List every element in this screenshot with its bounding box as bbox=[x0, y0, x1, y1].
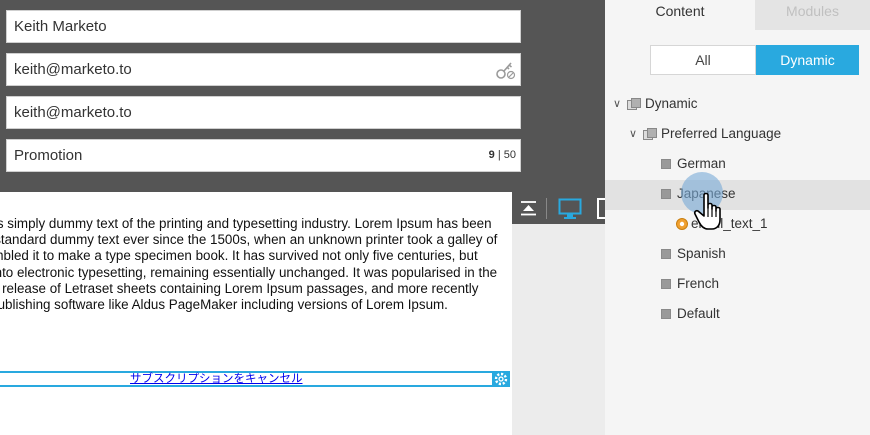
canvas-background bbox=[512, 224, 605, 435]
tree-node-segment[interactable]: Spanish bbox=[661, 239, 861, 269]
counter-separator: | bbox=[497, 149, 501, 161]
subject-char-counter: 9 | 50 bbox=[489, 140, 516, 171]
tree-node-dynamic[interactable]: ∨ Dynamic bbox=[613, 89, 863, 119]
from-name-value: Keith Marketo bbox=[14, 18, 107, 35]
body-text[interactable]: Lorem Ipsum is simply dummy text of the … bbox=[0, 216, 502, 313]
subject-field[interactable]: Promotion 9 | 50 bbox=[6, 139, 521, 172]
tree-label-dynamic: Dynamic bbox=[645, 96, 698, 111]
tree-node-preferred-language[interactable]: ∨ Preferred Language bbox=[629, 119, 863, 149]
from-name-field[interactable]: Keith Marketo bbox=[6, 10, 521, 43]
subject-value: Promotion bbox=[14, 147, 83, 164]
counter-current: 9 bbox=[488, 149, 495, 161]
filter-all-button[interactable]: All bbox=[650, 45, 756, 75]
tab-content[interactable]: Content bbox=[605, 0, 755, 30]
segment-square-icon bbox=[661, 309, 671, 319]
counter-max: 50 bbox=[503, 149, 516, 161]
tree-node-segment[interactable]: French bbox=[661, 269, 861, 299]
desktop-icon[interactable] bbox=[558, 198, 582, 220]
segmentation-icon bbox=[643, 128, 657, 140]
module-gear-icon bbox=[676, 218, 688, 230]
reply-to-field[interactable]: keith@marketo.to bbox=[6, 96, 521, 129]
segment-square-icon bbox=[661, 189, 671, 199]
segment-label-spanish: Spanish bbox=[677, 246, 726, 261]
tree-node-segment[interactable]: Default bbox=[661, 299, 861, 329]
chevron-down-icon[interactable]: ∨ bbox=[629, 119, 637, 149]
chevron-down-icon[interactable]: ∨ bbox=[613, 89, 621, 119]
segment-square-icon bbox=[661, 249, 671, 259]
segment-label-default: Default bbox=[677, 306, 720, 321]
from-email-field[interactable]: keith@marketo.to bbox=[6, 53, 521, 86]
toolbar-separator bbox=[546, 198, 547, 219]
unsubscribe-link[interactable]: サブスクリプションをキャンセル bbox=[130, 373, 303, 385]
hand-cursor-icon bbox=[693, 192, 721, 230]
segment-square-icon bbox=[661, 159, 671, 169]
key-token-icon[interactable] bbox=[494, 59, 516, 81]
module-settings-button[interactable] bbox=[492, 371, 510, 387]
tablet-icon[interactable] bbox=[597, 198, 605, 219]
tab-modules[interactable]: Modules bbox=[755, 0, 870, 30]
dynamic-folder-icon bbox=[627, 98, 641, 110]
segment-square-icon bbox=[661, 279, 671, 289]
unsubscribe-module[interactable]: サブスクリプションをキャンセル bbox=[0, 371, 510, 387]
filter-dynamic-button[interactable]: Dynamic bbox=[756, 45, 859, 75]
segment-label-french: French bbox=[677, 276, 720, 291]
gear-icon bbox=[494, 372, 508, 386]
email-header-panel: Keith Marketo keith@marketo.to keith@mar… bbox=[0, 0, 605, 192]
reply-to-value: keith@marketo.to bbox=[14, 104, 132, 121]
email-body-preview: Lorem Ipsum is simply dummy text of the … bbox=[0, 192, 512, 435]
preview-toolbar bbox=[512, 192, 605, 224]
from-email-value: keith@marketo.to bbox=[14, 61, 132, 78]
right-sidebar: Content Modules All Dynamic ∨ Dynamic ∨ … bbox=[605, 0, 870, 435]
tree-label-preferred-language: Preferred Language bbox=[661, 126, 782, 141]
collapse-top-icon[interactable] bbox=[520, 200, 537, 217]
